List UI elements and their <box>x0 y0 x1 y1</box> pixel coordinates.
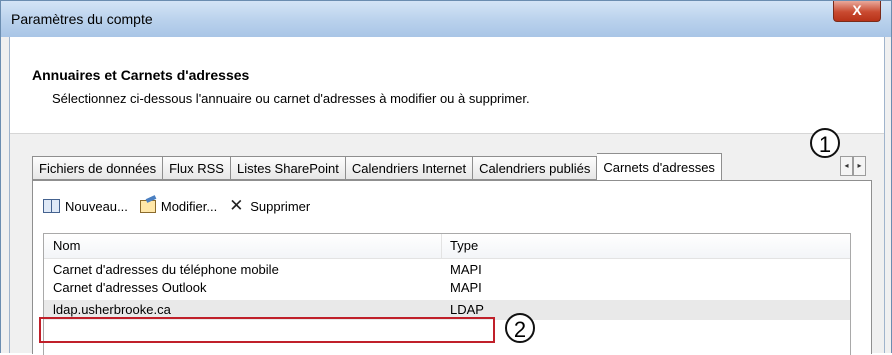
callout-1: 1 <box>810 128 840 158</box>
delete-button[interactable]: ✕ Supprimer <box>229 196 311 215</box>
list-item-name: Carnet d'adresses Outlook <box>53 280 207 295</box>
edit-icon <box>139 199 156 213</box>
edit-button-label: Modifier... <box>160 198 218 214</box>
list-item[interactable]: Carnet d'adresses Outlook MAPI <box>44 279 850 297</box>
tab-data-files[interactable]: Fichiers de données <box>32 156 164 180</box>
selection-highlight-box <box>39 317 495 343</box>
delete-x-icon: ✕ <box>229 196 244 215</box>
tab-scroll-buttons: ◂ ▸ <box>840 156 866 176</box>
page-subtitle: Sélectionnez ci-dessous l'annuaire ou ca… <box>52 91 530 106</box>
delete-button-label: Supprimer <box>250 198 311 214</box>
list-item-type: MAPI <box>450 262 482 277</box>
account-settings-window: Paramètres du compte X Annuaires et Carn… <box>0 0 892 355</box>
list-item-type: MAPI <box>450 280 482 295</box>
new-button[interactable]: Nouveau... <box>43 199 128 214</box>
close-button[interactable]: X <box>833 1 881 22</box>
callout-2: 2 <box>505 313 535 343</box>
scroll-left-icon[interactable]: ◂ <box>840 156 853 176</box>
list-header: Nom Type <box>44 234 850 259</box>
tab-sharepoint-lists[interactable]: Listes SharePoint <box>230 156 346 180</box>
list-item-name: Carnet d'adresses du téléphone mobile <box>53 262 279 277</box>
tab-internet-calendars[interactable]: Calendriers Internet <box>345 156 474 180</box>
tab-address-books[interactable]: Carnets d'adresses <box>597 153 722 180</box>
new-button-label: Nouveau... <box>65 198 128 214</box>
toolbar: Nouveau... Modifier... ✕ Supprimer <box>43 195 322 217</box>
tab-published-calendars[interactable]: Calendriers publiés <box>473 156 598 180</box>
tab-strip: Fichiers de données Flux RSS Listes Shar… <box>32 153 722 181</box>
address-book-icon <box>43 199 60 213</box>
dialog-content: Annuaires et Carnets d'adresses Sélectio… <box>9 37 885 355</box>
column-header-name[interactable]: Nom <box>44 234 442 258</box>
page-title: Annuaires et Carnets d'adresses <box>32 67 250 83</box>
scroll-right-icon[interactable]: ▸ <box>853 156 866 176</box>
column-header-type[interactable]: Type <box>442 234 478 258</box>
title-bar[interactable]: Paramètres du compte X <box>1 1 891 37</box>
list-item[interactable]: Carnet d'adresses du téléphone mobile MA… <box>44 261 850 279</box>
tab-rss-feeds[interactable]: Flux RSS <box>163 156 231 180</box>
header-band: Annuaires et Carnets d'adresses Sélectio… <box>10 37 884 134</box>
window-title: Paramètres du compte <box>11 11 153 27</box>
edit-button[interactable]: Modifier... <box>139 198 218 214</box>
